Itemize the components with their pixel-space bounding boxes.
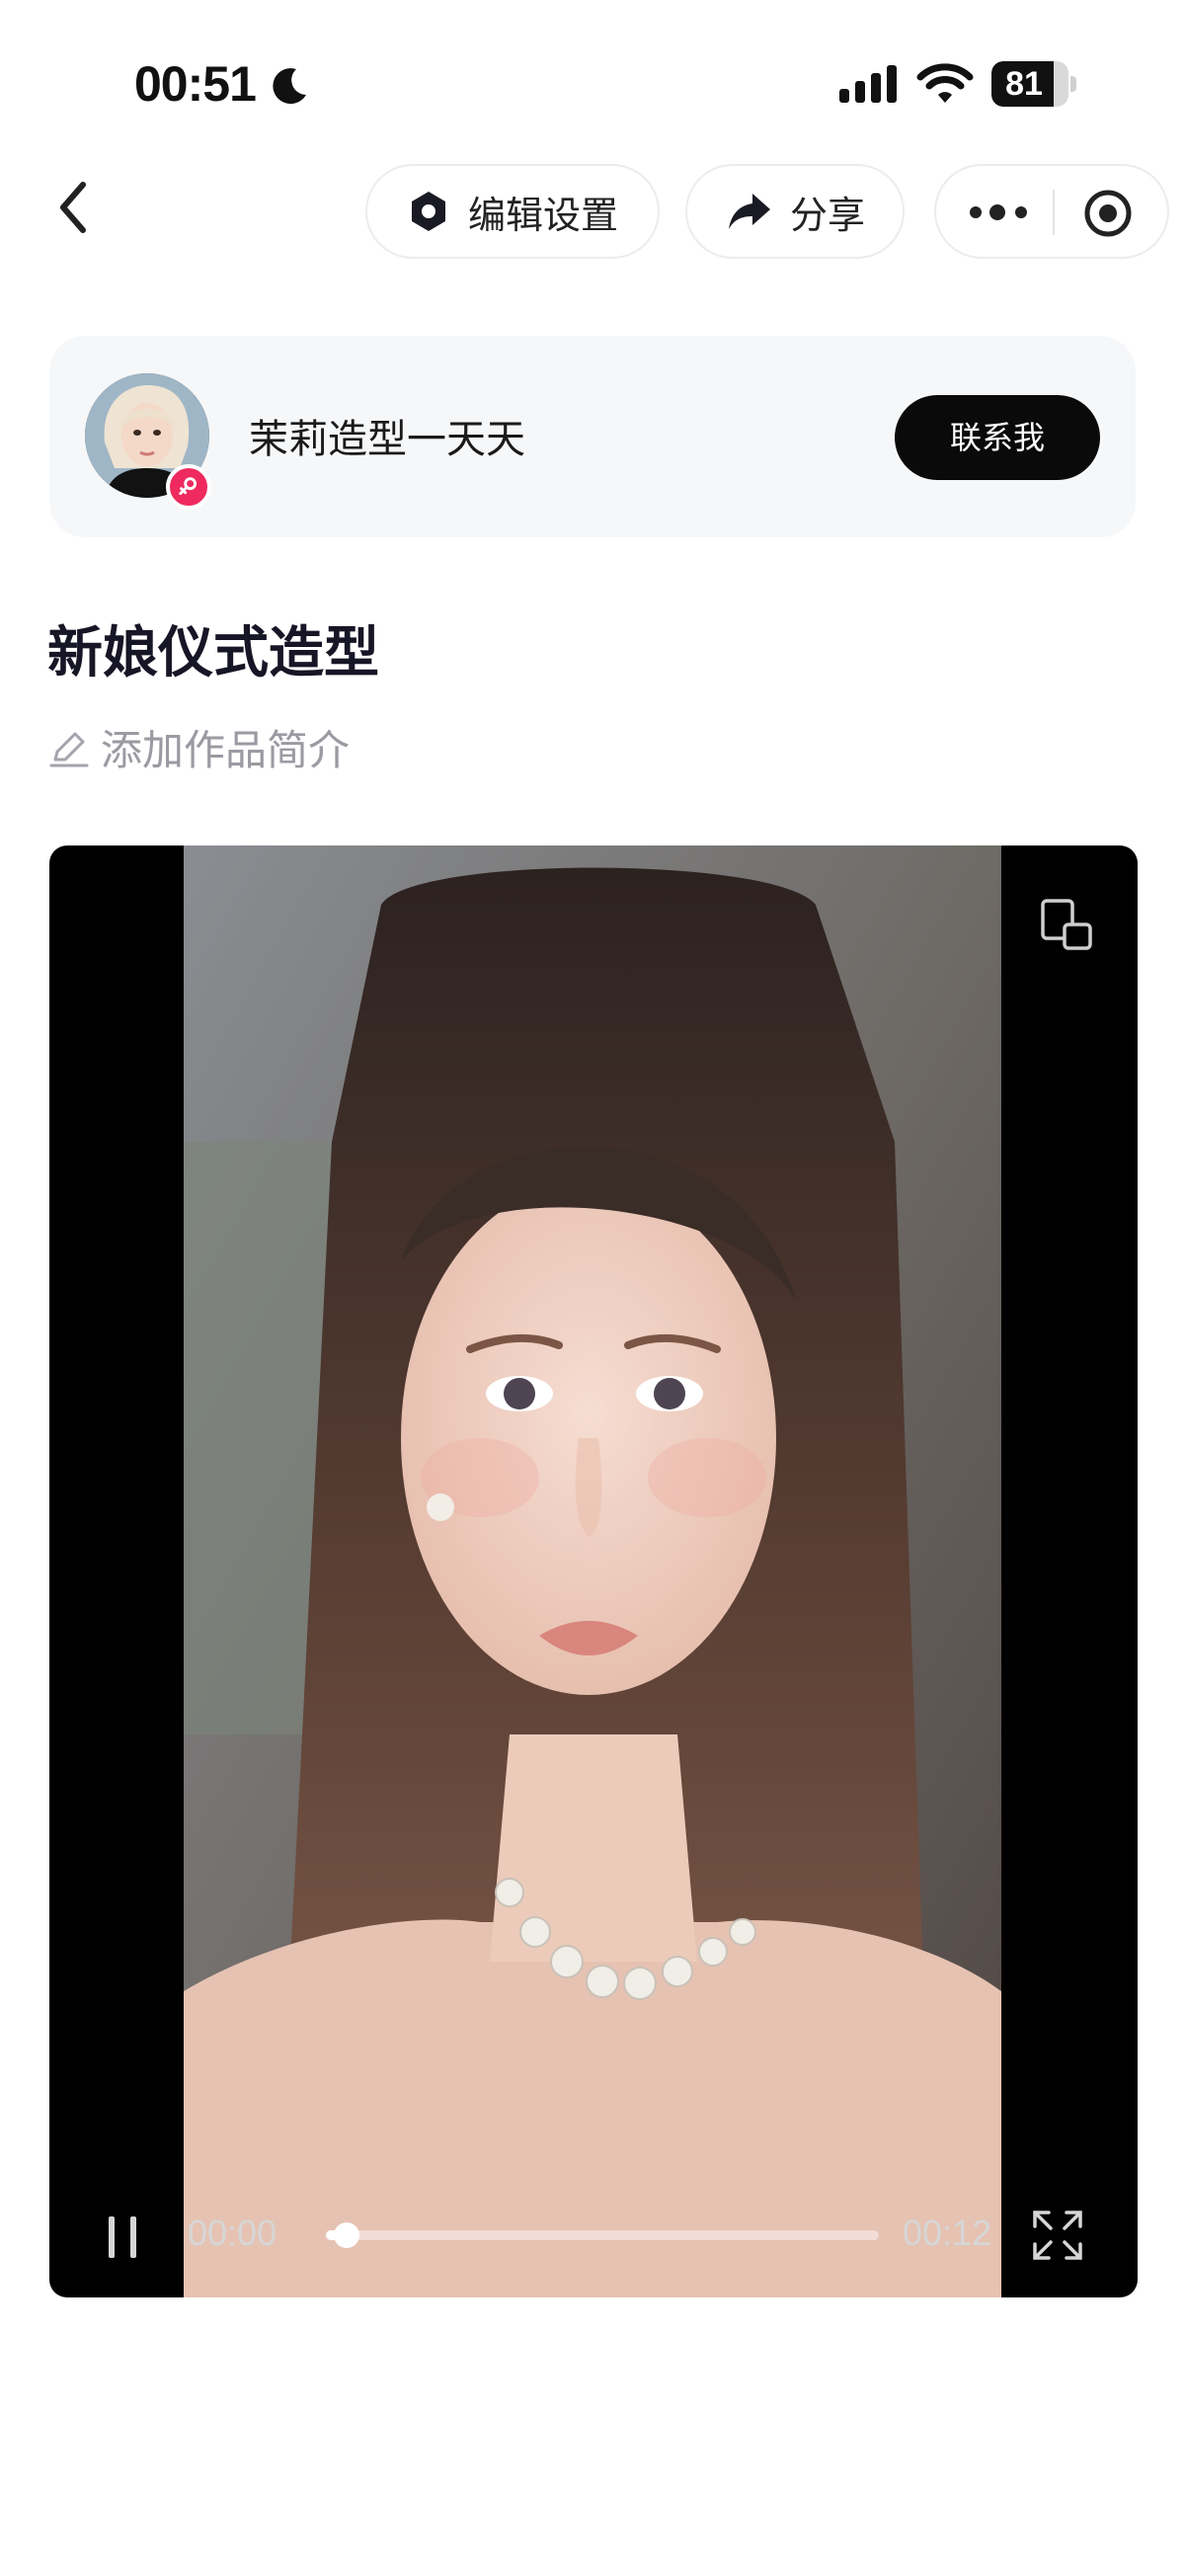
total-time: 00:12 [903,2213,992,2253]
status-bar: 00:51 81 [0,0,1185,148]
wifi-icon [916,63,974,103]
back-icon[interactable] [49,173,99,242]
video-player[interactable]: 00:00 00:12 [49,845,1138,2297]
moon-icon [273,68,306,105]
intro-placeholder: 添加作品简介 [101,726,351,774]
settings-icon [412,192,445,231]
edit-settings-label: 编辑设置 [468,193,619,237]
record-target-icon[interactable] [1082,188,1134,239]
current-time: 00:00 [188,2213,277,2253]
mini-program-capsule [934,164,1169,259]
share-button[interactable]: 分享 [685,164,905,259]
pause-icon[interactable] [99,2211,148,2264]
female-badge-icon [166,464,211,510]
video-frame [184,845,1001,2297]
contact-me-button[interactable]: 联系我 [895,395,1100,480]
capsule-divider [1053,190,1055,235]
battery-body: 81 [991,61,1068,107]
author-name: 茉莉造型一天天 [249,417,525,462]
battery-icon: 81 [991,61,1076,107]
share-label: 分享 [790,193,866,237]
more-dots-icon[interactable] [966,188,1039,237]
progress-knob[interactable] [334,2222,359,2248]
fullscreen-icon[interactable] [1029,2207,1086,2264]
add-intro-button[interactable]: 添加作品简介 [47,717,350,777]
battery-level: 81 [1005,65,1043,103]
battery-tip [1070,76,1076,92]
edit-settings-button[interactable]: 编辑设置 [365,164,660,259]
share-icon [729,194,770,229]
progress-bar[interactable] [326,2230,879,2240]
pencil-icon [49,732,89,766]
picture-in-picture-icon[interactable] [1037,895,1096,954]
status-time: 00:51 [134,56,257,112]
author-card: 茉莉造型一天天 联系我 [49,336,1136,537]
cellular-signal-icon [839,65,897,103]
work-title: 新娘仪式造型 [47,621,379,685]
